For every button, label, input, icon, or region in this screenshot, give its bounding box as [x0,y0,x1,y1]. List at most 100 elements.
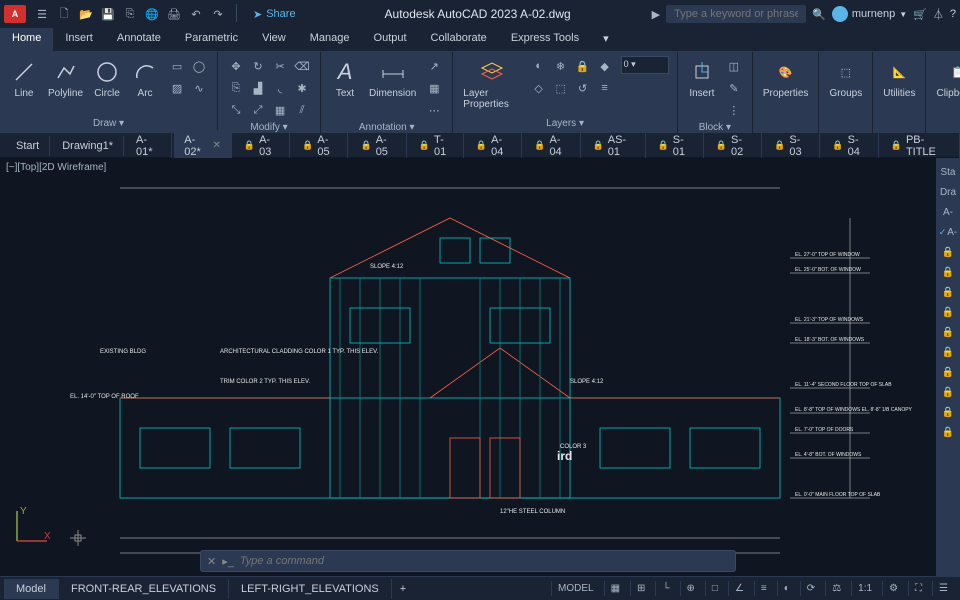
file-tab[interactable]: 🔒A-05 [292,130,348,162]
snap-icon[interactable]: ⊞ [630,581,651,596]
redo-icon[interactable]: ↷ [208,4,228,24]
cart-icon[interactable]: 🛒 [913,8,927,21]
chevron-icon[interactable]: ▸_ [222,555,234,568]
block-attr-icon[interactable]: ⋮ [724,100,744,120]
user-chip[interactable]: murnenp ▼ [832,6,907,22]
help-icon[interactable]: ? [950,8,956,20]
share-button[interactable]: ➤ Share [245,4,304,24]
layer-panel-item[interactable]: Dra [936,182,960,202]
web-icon[interactable]: 🌐 [142,4,162,24]
plot-icon[interactable]: 🖨 [164,4,184,24]
more-icon[interactable]: ⋯ [424,100,444,120]
file-tab[interactable]: 🔒S-01 [648,130,704,162]
copy-icon[interactable]: ⎘ [226,78,246,98]
file-tab[interactable]: 🔒S-03 [764,130,820,162]
hatch-icon[interactable]: ▨ [167,78,187,98]
scale-icon[interactable]: ⤢ [248,100,268,120]
file-tab[interactable]: 🔒A-04 [466,130,522,162]
save-icon[interactable]: 💾 [98,4,118,24]
file-tab[interactable]: Drawing1* [52,136,124,156]
ortho-icon[interactable]: └ [655,581,675,596]
command-line[interactable]: ✕ ▸_ [200,550,736,572]
search-icon[interactable]: 🔍 [812,8,826,21]
line-tool[interactable]: Line [8,56,40,101]
close-icon[interactable]: ✕ [207,555,216,568]
layer-properties-tool[interactable]: Layer Properties [461,56,522,112]
layer-panel-item[interactable]: 🔒 [936,262,960,282]
arc-tool[interactable]: Arc [129,56,161,101]
saveas-icon[interactable]: ⎘ [120,4,140,24]
menu-tab-home[interactable]: Home [0,28,53,51]
spline-icon[interactable]: ∿ [189,78,209,98]
rect-icon[interactable]: ▭ [167,56,187,76]
model-space-button[interactable]: MODEL [551,581,600,596]
file-tab[interactable]: 🔒A-03 [234,130,290,162]
table-icon[interactable]: ▦ [424,78,444,98]
layout-tab[interactable]: LEFT-RIGHT_ELEVATIONS [229,579,392,599]
file-tab[interactable]: A-02*✕ [174,130,232,162]
file-tab[interactable]: 🔒A-04 [524,130,580,162]
layout-tab[interactable]: FRONT-REAR_ELEVATIONS [59,579,229,599]
menu-icon[interactable]: ☰ [32,4,52,24]
layer-panel-item[interactable]: 🔒 [936,342,960,362]
customize-icon[interactable]: ☰ [932,581,954,596]
utilities-tool[interactable]: 📐Utilities [881,56,917,101]
properties-tool[interactable]: 🎨Properties [761,56,811,101]
explode-icon[interactable]: ✱ [292,78,312,98]
menu-tab-view[interactable]: View [250,28,298,51]
grid-icon[interactable]: ▦ [604,581,626,596]
layer-panel-item[interactable]: Sta [936,162,960,182]
file-tab[interactable]: Start [6,136,50,156]
layer-match-icon[interactable]: ⬚ [551,78,571,98]
otrack-icon[interactable]: ∠ [728,581,750,596]
block-edit-icon[interactable]: ✎ [724,78,744,98]
play-icon[interactable]: ▶ [652,8,660,21]
layout-tab[interactable]: Model [4,579,59,599]
insert-tool[interactable]: Insert [686,56,718,101]
layer-panel-item[interactable]: A- [936,222,960,242]
menu-tab-manage[interactable]: Manage [298,28,362,51]
file-tab[interactable]: 🔒S-04 [822,130,878,162]
groups-tool[interactable]: ⬚Groups [827,56,864,101]
menu-overflow-icon[interactable]: ▾ [591,28,621,51]
polyline-tool[interactable]: Polyline [46,56,85,101]
layer-panel-item[interactable]: 🔒 [936,282,960,302]
layer-freeze-icon[interactable]: ❄ [551,56,571,76]
menu-tab-express tools[interactable]: Express Tools [499,28,591,51]
drawing-canvas[interactable]: [−][Top][2D Wireframe] [0,158,936,576]
layer-iso-icon[interactable]: ◇ [529,78,549,98]
layer-color-icon[interactable]: ◆ [595,56,615,76]
block-create-icon[interactable]: ◫ [724,56,744,76]
circle-tool[interactable]: Circle [91,56,123,101]
layer-panel-item[interactable]: 🔒 [936,242,960,262]
layer-panel-item[interactable]: 🔒 [936,382,960,402]
erase-icon[interactable]: ⌫ [292,56,312,76]
ellipse-icon[interactable]: ◯ [189,56,209,76]
gear-icon[interactable]: ⚙ [882,581,904,596]
menu-tab-collaborate[interactable]: Collaborate [419,28,499,51]
layer-off-icon[interactable]: ◐ [529,56,549,76]
mirror-icon[interactable]: ▟ [248,78,268,98]
polar-icon[interactable]: ⊕ [680,581,701,596]
layer-panel-item[interactable]: 🔒 [936,302,960,322]
layer-dropdown[interactable]: 0 ▾ [621,56,669,74]
undo-icon[interactable]: ↶ [186,4,206,24]
osnap-icon[interactable]: □ [705,581,724,596]
rotate-icon[interactable]: ↻ [248,56,268,76]
layer-panel-item[interactable]: 🔒 [936,402,960,422]
layer-panel-item[interactable]: A- [936,202,960,222]
file-tab[interactable]: 🔒A-05 [350,130,406,162]
layer-panel-item[interactable]: 🔒 [936,322,960,342]
apps-icon[interactable]: ⏃ [933,6,944,22]
file-tab[interactable]: A-01* [126,130,172,162]
add-layout-button[interactable]: + [392,579,414,599]
layer-panel-item[interactable]: 🔒 [936,422,960,442]
layer-state-icon[interactable]: ≡ [595,78,615,98]
stretch-icon[interactable]: ⤡ [226,100,246,120]
close-icon[interactable]: ✕ [212,140,220,151]
menu-tab-insert[interactable]: Insert [53,28,105,51]
move-icon[interactable]: ✥ [226,56,246,76]
layer-prev-icon[interactable]: ↺ [573,78,593,98]
file-tab[interactable]: 🔒S-02 [706,130,762,162]
file-tab[interactable]: 🔒PB-TITLE [881,130,960,162]
